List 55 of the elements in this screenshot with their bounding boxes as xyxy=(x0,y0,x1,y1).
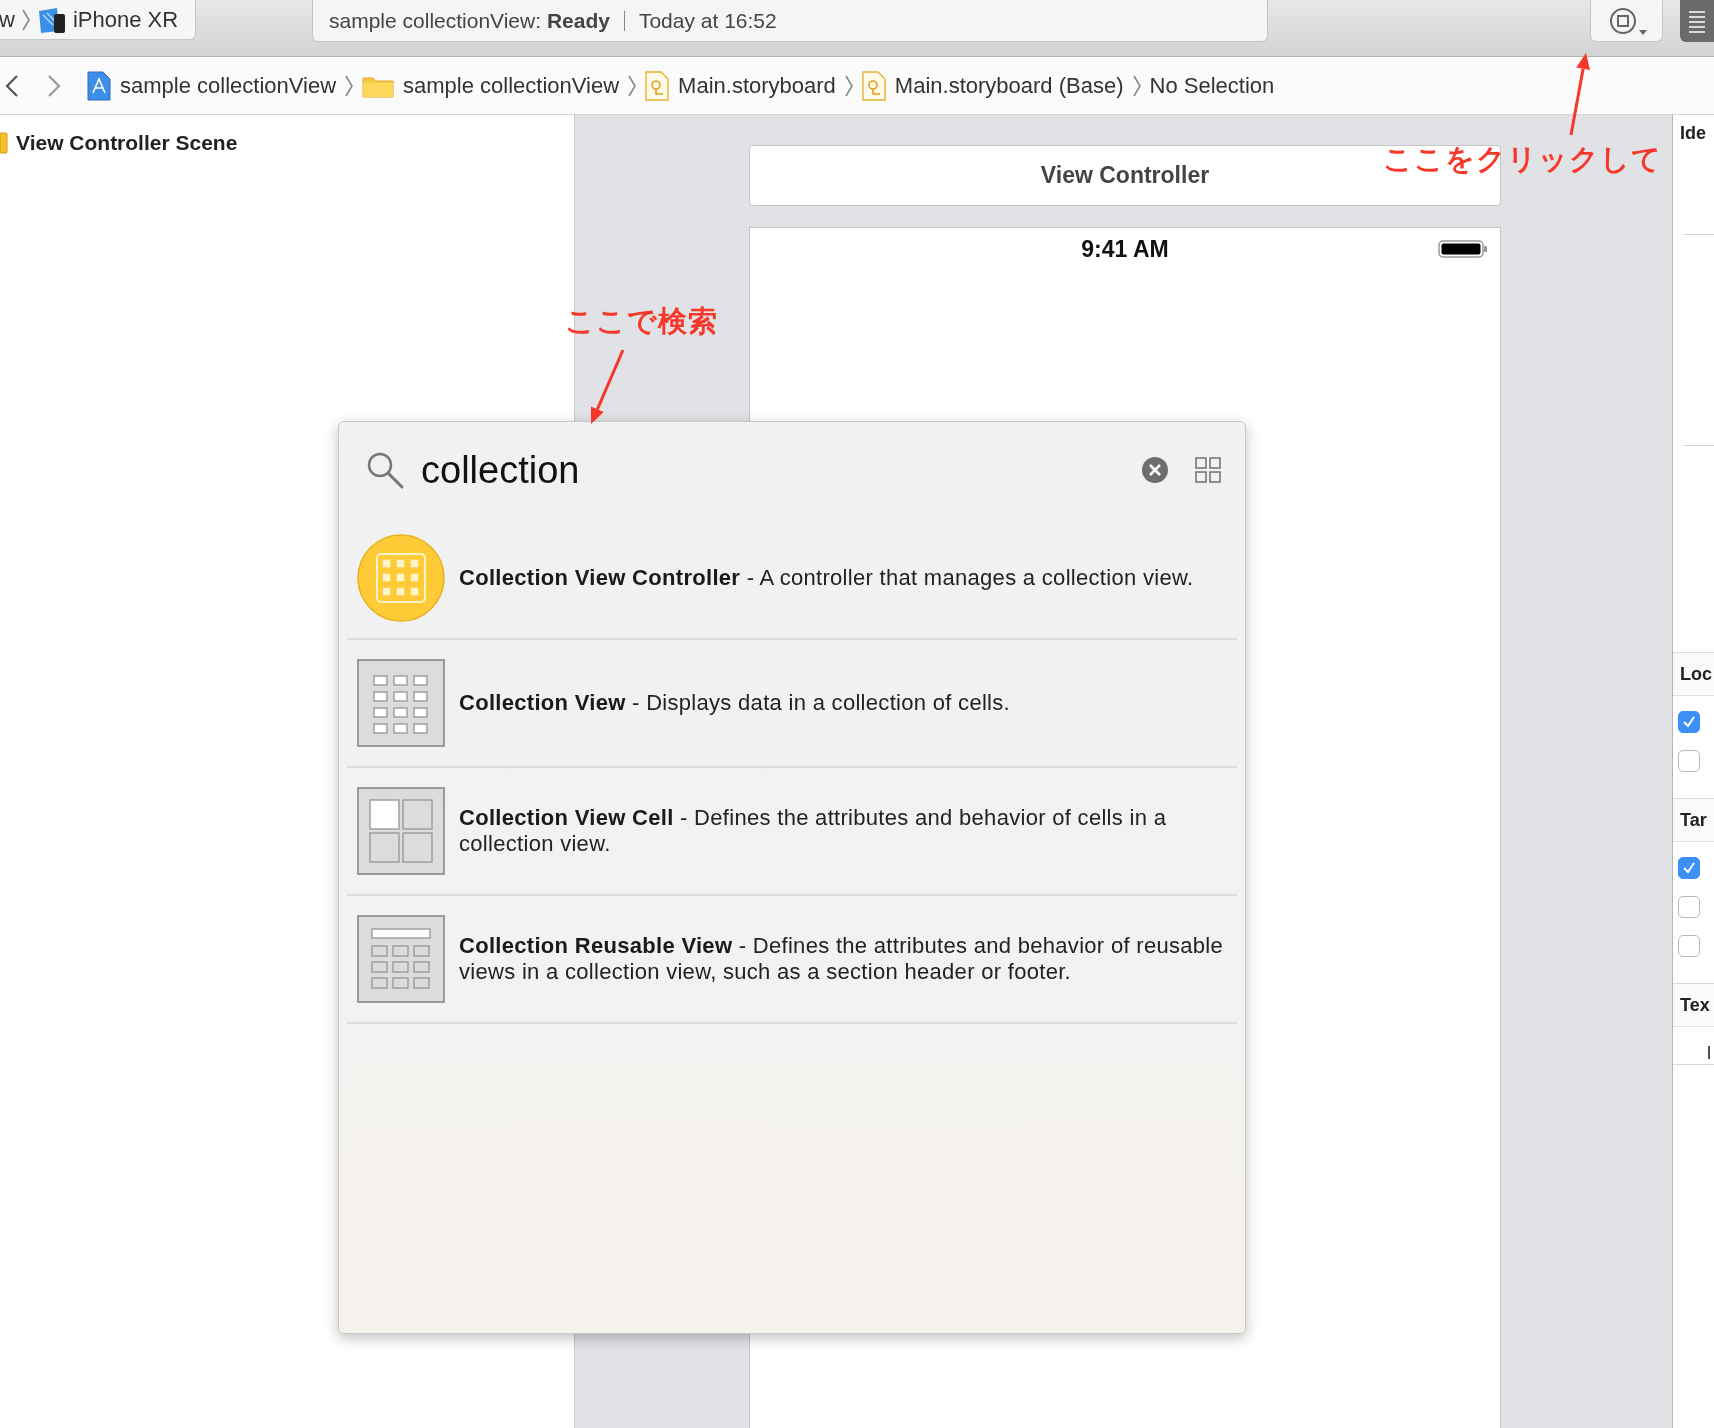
check-icon xyxy=(1681,714,1697,730)
path-item[interactable]: Main.storyboard xyxy=(645,70,836,101)
device-name: iPhone XR xyxy=(72,6,179,33)
checkbox[interactable] xyxy=(1678,857,1700,879)
grid-view-button[interactable] xyxy=(1195,457,1221,483)
collection-view-controller-icon xyxy=(357,534,445,622)
inspector-toggle-button[interactable] xyxy=(1680,0,1714,42)
back-button[interactable] xyxy=(5,73,19,98)
search-icon xyxy=(365,450,405,490)
annotation-text: ここをクリックして xyxy=(1383,142,1662,177)
collection-view-icon xyxy=(357,659,445,747)
path-item[interactable]: sample collectionView xyxy=(87,70,337,101)
inspector-section-title: Tex xyxy=(1679,994,1710,1016)
library-button[interactable] xyxy=(1590,0,1663,42)
library-item[interactable]: Collection View Cell - Defines the attributes and behavior of cells in a collection view. xyxy=(347,768,1237,896)
path-item[interactable]: Main.storyboard (Base) xyxy=(861,70,1124,101)
scene-icon xyxy=(0,132,8,154)
checkbox[interactable] xyxy=(1678,711,1700,733)
storyboard-file-icon xyxy=(645,70,670,101)
status-time: 9:41 AM xyxy=(1081,236,1169,263)
storyboard-file-icon xyxy=(861,70,886,101)
path-item[interactable]: sample collectionView xyxy=(362,72,620,99)
scene-title[interactable]: View Controller Scene xyxy=(16,131,238,155)
inspector-section-title: Tar xyxy=(1679,809,1707,831)
inspector-section-title: Ide xyxy=(1679,123,1707,144)
checkbox[interactable] xyxy=(1678,935,1700,957)
grid-icon xyxy=(1195,457,1221,483)
library-item[interactable]: Collection View Controller - A controller that manages a collection view. xyxy=(347,518,1237,640)
library-item[interactable]: Collection View - Displays data in a collection of cells. xyxy=(347,640,1237,768)
checkbox[interactable] xyxy=(1678,750,1700,772)
library-item[interactable]: Collection Reusable View - Defines the attributes and behavior of reusable views in a collection view, such as a section header or footer. xyxy=(347,896,1237,1024)
chevron-icon xyxy=(843,73,854,98)
project-file-icon xyxy=(87,70,111,101)
chevron-icon xyxy=(344,73,355,98)
back-icon xyxy=(5,73,19,98)
build-time: Today at 16:52 xyxy=(638,8,777,33)
collection-cell-icon xyxy=(357,787,445,875)
clear-button[interactable] xyxy=(1141,456,1169,484)
clear-icon xyxy=(1141,456,1169,484)
search-field[interactable]: collection xyxy=(421,448,1141,492)
inspector-section-title: Loc xyxy=(1679,663,1712,685)
check-icon xyxy=(1681,860,1697,876)
reusable-view-icon xyxy=(357,915,445,1003)
forward-icon xyxy=(47,73,61,98)
path-item[interactable]: No Selection xyxy=(1149,72,1275,99)
checkbox[interactable] xyxy=(1678,896,1700,918)
chevron-icon xyxy=(1131,73,1142,98)
forward-button[interactable] xyxy=(47,73,61,98)
battery-icon xyxy=(1438,239,1488,259)
inspector-value: l xyxy=(1706,1042,1712,1064)
annotation-text: ここで検索 xyxy=(565,304,718,339)
lines-icon xyxy=(1687,8,1707,34)
build-status: sample collectionView: Ready xyxy=(329,8,610,33)
chevron-icon xyxy=(20,7,31,32)
chevron-icon xyxy=(627,73,638,98)
